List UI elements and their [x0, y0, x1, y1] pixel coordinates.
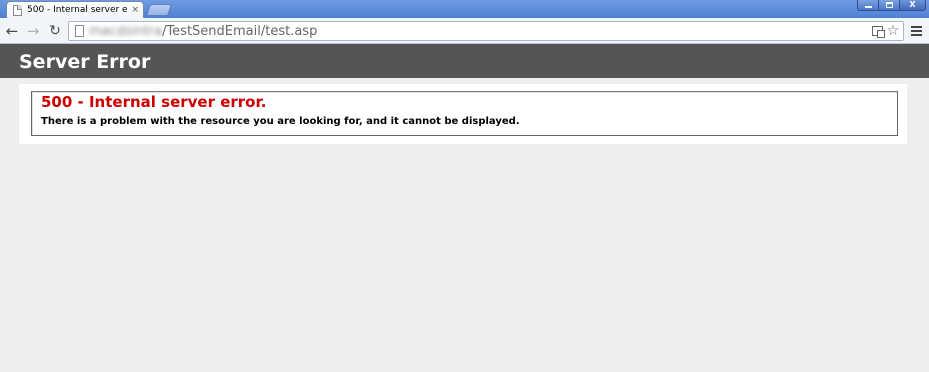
bookmark-star-button[interactable]: ☆: [886, 24, 900, 38]
tab-close-button[interactable]: ×: [131, 5, 139, 15]
menu-icon: [911, 26, 922, 28]
minimize-button[interactable]: [857, 0, 879, 11]
restore-icon: [885, 2, 893, 8]
url-path: /TestSendEmail/test.asp: [162, 24, 318, 39]
restore-button[interactable]: [878, 0, 900, 11]
browser-tab[interactable]: 500 - Internal server error. ×: [6, 1, 144, 18]
page-title: Server Error: [19, 51, 151, 73]
back-button[interactable]: ←: [2, 21, 22, 41]
close-window-button[interactable]: X: [899, 0, 926, 11]
url-text[interactable]: macdsintra/TestSendEmail/test.asp: [89, 24, 317, 39]
error-message: There is a problem with the resource you…: [41, 116, 520, 127]
address-bar[interactable]: macdsintra/TestSendEmail/test.asp ☆: [68, 21, 904, 41]
window-title-bar: 500 - Internal server error. × X: [0, 0, 929, 18]
page-header: Server Error: [0, 44, 929, 78]
browser-toolbar: ← → ↻ macdsintra/TestSendEmail/test.asp …: [0, 18, 929, 44]
star-icon: ☆: [886, 23, 900, 39]
error-box: 500 - Internal server error. There is a …: [31, 91, 898, 136]
url-host: macdsintra: [89, 24, 163, 39]
tab-title: 500 - Internal server error.: [27, 5, 128, 15]
new-tab-button[interactable]: [146, 4, 172, 16]
reload-button[interactable]: ↻: [45, 21, 65, 41]
minimize-icon: [864, 6, 872, 8]
close-icon: X: [909, 0, 916, 9]
menu-button[interactable]: [911, 26, 922, 36]
translate-button[interactable]: [870, 24, 885, 38]
translate-icon: [871, 26, 885, 38]
page-icon: [75, 25, 84, 37]
content-panel: 500 - Internal server error. There is a …: [19, 84, 907, 144]
page-icon: [13, 4, 22, 16]
forward-arrow-icon: →: [26, 21, 40, 40]
forward-button[interactable]: →: [23, 21, 43, 41]
reload-icon: ↻: [49, 23, 61, 39]
error-title: 500 - Internal server error.: [41, 93, 267, 111]
back-arrow-icon: ←: [5, 21, 19, 40]
